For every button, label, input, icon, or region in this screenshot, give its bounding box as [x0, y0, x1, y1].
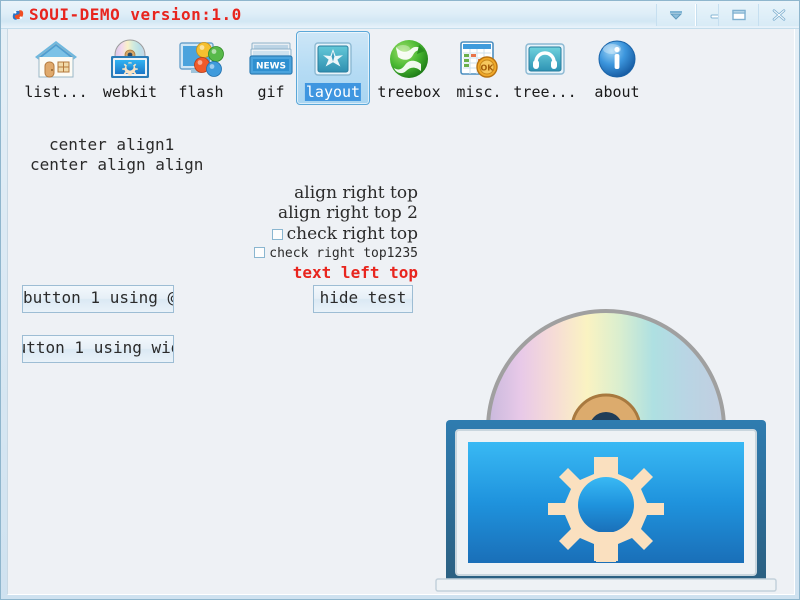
label-center-align1: center align1	[49, 135, 175, 154]
button-using-width-label: button 1 using width	[23, 338, 173, 357]
toolbar-item-tree[interactable]: tree...	[508, 31, 582, 105]
toolbar-label: webkit	[102, 83, 158, 101]
svg-text:OK: OK	[481, 64, 495, 73]
toolbar-label: treebox	[377, 83, 441, 101]
checkbox-box-icon[interactable]	[271, 228, 283, 240]
toolbar-label: flash	[178, 83, 224, 101]
disc-gear-icon	[106, 35, 154, 83]
checkbox-label: check right top	[286, 223, 418, 244]
button-using-width[interactable]: button 1 using width	[22, 335, 174, 363]
main-toolbar: list... webkit flash NEWS gif layout tre…	[8, 29, 794, 105]
close-button[interactable]	[758, 4, 799, 26]
chevron-down-icon	[669, 11, 683, 20]
layout-star-icon	[309, 35, 357, 83]
toolbar-item-webkit[interactable]: webkit	[93, 31, 167, 105]
maximize-icon	[732, 9, 746, 21]
label-align-right-top: align right top	[294, 183, 418, 203]
client-area: list... webkit flash NEWS gif layout tre…	[7, 29, 795, 595]
toolbar-item-layout[interactable]: layout	[296, 31, 370, 105]
label-center-align-align: center align align	[30, 155, 204, 174]
spreadsheet-coin-icon: OK	[455, 35, 503, 83]
house-icon	[32, 35, 80, 83]
news-stack-icon: NEWS	[247, 35, 295, 83]
toolbar-label: layout	[304, 83, 362, 101]
checkbox-row-check-right-top1235[interactable]: check right top1235	[158, 243, 418, 261]
button-using-at[interactable]: button 1 using @	[22, 285, 174, 313]
checkbox-check-right-top[interactable]: check right top	[271, 223, 418, 244]
close-icon	[772, 9, 786, 21]
app-window: SOUI-DEMO version:1.0 list... webkit fla…	[0, 0, 800, 600]
soui-swirl-icon	[10, 7, 26, 23]
toolbar-item-list[interactable]: list...	[19, 31, 93, 105]
checkbox-check-right-top1235[interactable]: check right top1235	[254, 244, 418, 264]
checkbox-label: check right top1235	[269, 245, 418, 261]
checkbox-box-icon[interactable]	[254, 246, 266, 258]
checkbox-row-check-right-top[interactable]: check right top	[158, 223, 418, 244]
toolbar-item-treebox[interactable]: treebox	[372, 31, 446, 105]
toolbar-item-about[interactable]: about	[580, 31, 654, 105]
align-right-block: align right top align right top 2 check …	[158, 183, 418, 283]
toolbar-label: misc.	[456, 83, 502, 101]
toolbar-item-flash[interactable]: flash	[164, 31, 238, 105]
disc-gear-large-icon	[426, 307, 786, 594]
window-title: SOUI-DEMO version:1.0	[29, 5, 242, 24]
headphones-icon	[521, 35, 569, 83]
hide-test-button[interactable]: hide test	[313, 285, 413, 313]
title-bar: SOUI-DEMO version:1.0	[1, 1, 799, 29]
green-globe-arrow-icon	[385, 35, 433, 83]
maximize-button[interactable]	[718, 4, 760, 26]
label-text-left-top: text left top	[292, 263, 418, 282]
colored-spheres-icon	[177, 35, 225, 83]
svg-text:NEWS: NEWS	[256, 62, 286, 72]
toolbar-item-misc[interactable]: OK misc.	[442, 31, 516, 105]
toolbar-label: list...	[24, 83, 88, 101]
label-align-right-top-2: align right top 2	[277, 203, 418, 223]
info-circle-icon	[593, 35, 641, 83]
collapse-button[interactable]	[656, 4, 696, 26]
toolbar-label: tree...	[513, 83, 577, 101]
toolbar-label: about	[594, 83, 640, 101]
